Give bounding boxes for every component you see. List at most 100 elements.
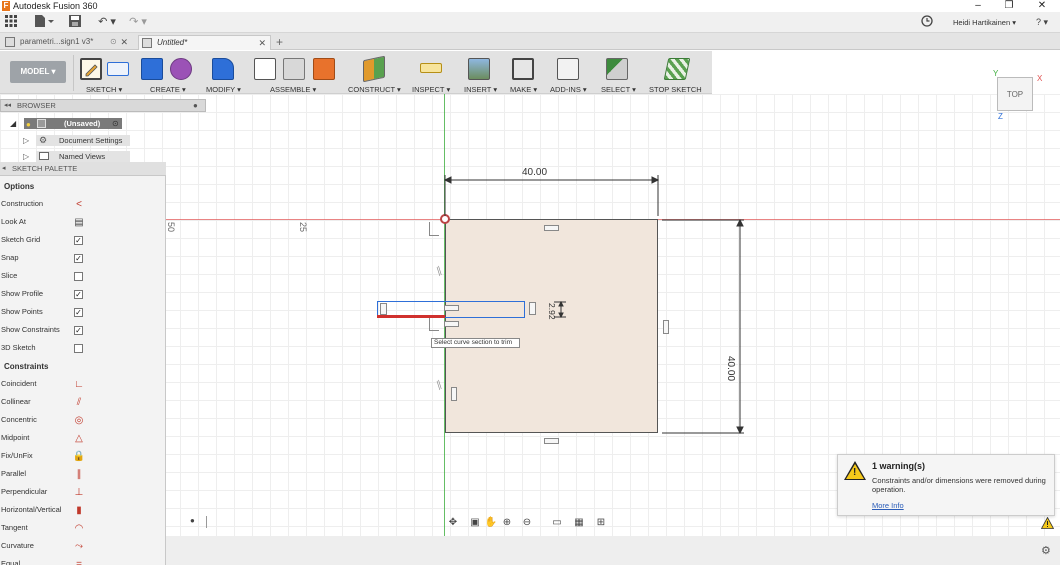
select-icon[interactable] xyxy=(606,58,628,80)
palette-option-row[interactable]: Look At ▤ xyxy=(0,214,166,232)
palette-constraint-row[interactable]: Coincident ∟ xyxy=(0,376,166,394)
undo-icon[interactable]: ↶ ▾ xyxy=(95,15,119,29)
grid-settings-icon[interactable]: ▦ xyxy=(570,516,588,529)
palette-constraint-row[interactable]: Horizontal/Vertical ▮ xyxy=(0,502,166,520)
stop-sketch-icon[interactable] xyxy=(663,58,691,80)
job-status-clock-icon[interactable] xyxy=(920,15,934,29)
option-checkbox[interactable] xyxy=(74,272,83,281)
add-ins-group[interactable]: ADD-INS ▾ xyxy=(548,53,590,94)
palette-pin-icon[interactable]: ● xyxy=(190,516,207,528)
palette-constraint-row[interactable]: Concentric ◎ xyxy=(0,412,166,430)
browser-item-document-settings[interactable]: ▷ ⚙ Document Settings xyxy=(20,134,130,147)
view-cube[interactable]: TOP xyxy=(997,77,1033,111)
more-info-link[interactable]: More Info xyxy=(872,501,904,510)
perpendicular-icon[interactable]: ⊥ xyxy=(72,486,86,499)
browser-header[interactable]: ◂◂ BROWSER ● xyxy=(0,99,206,112)
warning-status-icon[interactable] xyxy=(1041,517,1054,529)
height-dimension[interactable]: 40.00 xyxy=(725,356,736,381)
zoom-window-icon[interactable]: ⊖ xyxy=(516,516,538,529)
panel-pin-icon[interactable]: ● xyxy=(193,100,198,111)
insert-group[interactable]: INSERT ▾ xyxy=(462,53,502,94)
3d-print-icon[interactable] xyxy=(512,58,534,80)
collapse-arrow-icon[interactable]: ◂◂ xyxy=(4,100,11,111)
equal-icon[interactable]: = xyxy=(72,558,86,565)
palette-option-row[interactable]: Show Constraints ✓ xyxy=(0,322,166,340)
save-icon[interactable] xyxy=(68,15,82,29)
assemble-group[interactable]: ASSEMBLE ▾ xyxy=(252,53,340,94)
look-at-icon[interactable]: ▤ xyxy=(72,216,86,229)
stop-sketch-group[interactable]: STOP SKETCH xyxy=(646,53,706,94)
tangent-icon[interactable]: ◠ xyxy=(72,522,86,535)
palette-constraint-row[interactable]: Fix/UnFix 🔒 xyxy=(0,448,166,466)
palette-option-row[interactable]: 3D Sketch xyxy=(0,340,166,358)
palette-constraint-row[interactable]: Curvature ⤳ xyxy=(0,538,166,556)
option-checkbox[interactable]: ✓ xyxy=(74,254,83,263)
curvature-icon[interactable]: ⤳ xyxy=(72,540,86,553)
as-built-joint-icon[interactable] xyxy=(313,58,335,80)
collapse-arrow-icon[interactable]: ◂ xyxy=(2,162,6,176)
modify-group[interactable]: MODIFY ▾ xyxy=(204,53,246,94)
option-checkbox[interactable]: ✓ xyxy=(74,236,83,245)
inspect-group[interactable]: INSPECT ▾ xyxy=(410,53,456,94)
construction-icon[interactable]: < xyxy=(72,198,86,211)
option-checkbox[interactable]: ✓ xyxy=(74,326,83,335)
concentric-icon[interactable]: ◎ xyxy=(72,414,86,427)
palette-option-row[interactable]: Show Points ✓ xyxy=(0,304,166,322)
settings-gear-icon[interactable]: ⚙ xyxy=(1041,544,1051,557)
sketch-palette-header[interactable]: ◂ SKETCH PALETTE xyxy=(0,162,166,176)
palette-option-row[interactable]: Construction < xyxy=(0,196,166,214)
measure-icon[interactable] xyxy=(420,63,442,73)
new-component-icon[interactable] xyxy=(254,58,276,80)
palette-constraint-row[interactable]: Midpoint △ xyxy=(0,430,166,448)
expand-arrow-icon[interactable]: ◢ xyxy=(10,117,16,130)
width-dimension[interactable]: 40.00 xyxy=(522,167,547,178)
offset-plane-icon[interactable] xyxy=(363,55,385,83)
vertical-constraint-icon[interactable] xyxy=(380,303,387,315)
make-group[interactable]: MAKE ▾ xyxy=(506,53,544,94)
tab-parametric-design[interactable]: parametri...sign1 v3* ⊙ ✕ xyxy=(2,35,132,50)
coincident-icon[interactable]: ∟ xyxy=(72,378,86,391)
press-pull-icon[interactable] xyxy=(212,58,234,80)
fix-icon[interactable]: 🔒 xyxy=(72,450,86,463)
palette-option-row[interactable]: Snap ✓ xyxy=(0,250,166,268)
close-window-button[interactable]: ✕ xyxy=(1032,0,1052,12)
tab-untitled[interactable]: Untitled* ✕ xyxy=(138,35,271,50)
palette-constraint-row[interactable]: Perpendicular ⊥ xyxy=(0,484,166,502)
options-section-title[interactable]: Options xyxy=(0,180,34,194)
user-account-menu[interactable]: Heidi Hartikainen ▾ xyxy=(953,18,1016,27)
rectangle-icon[interactable] xyxy=(107,62,129,76)
new-tab-button[interactable]: + xyxy=(276,35,283,49)
palette-option-row[interactable]: Show Profile ✓ xyxy=(0,286,166,304)
midpoint-icon[interactable]: △ xyxy=(72,432,86,445)
help-menu-icon[interactable]: ? ▾ xyxy=(1030,15,1054,29)
construct-group[interactable]: CONSTRUCT ▾ xyxy=(346,53,402,94)
browser-root-row[interactable]: ◢ ● (Unsaved) ⊙ xyxy=(8,117,128,130)
horizontal-vertical-icon[interactable]: ▮ xyxy=(72,504,86,517)
create-sketch-icon[interactable] xyxy=(80,58,102,80)
display-settings-icon[interactable]: ▭ xyxy=(548,516,566,529)
palette-constraint-row[interactable]: Collinear ⫽ xyxy=(0,394,166,412)
sketch-group[interactable]: SKETCH ▾ xyxy=(78,53,132,94)
palette-constraint-row[interactable]: Equal = xyxy=(0,556,166,565)
palette-option-row[interactable]: Sketch Grid ✓ xyxy=(0,232,166,250)
workspace-switcher[interactable]: MODEL ▾ xyxy=(10,61,66,83)
constraints-section-title[interactable]: Constraints xyxy=(0,360,48,374)
look-at-icon[interactable]: ▣ xyxy=(468,516,482,529)
select-group[interactable]: SELECT ▾ xyxy=(598,53,638,94)
palette-option-row[interactable]: Slice xyxy=(0,268,166,286)
file-menu-icon[interactable] xyxy=(33,15,55,29)
activate-radio-icon[interactable]: ⊙ xyxy=(112,117,119,130)
palette-constraint-row[interactable]: Tangent ◠ xyxy=(0,520,166,538)
minimize-button[interactable]: – xyxy=(968,0,988,12)
data-panel-grid-icon[interactable] xyxy=(4,15,18,29)
form-icon[interactable] xyxy=(170,58,192,80)
orbit-icon[interactable]: ✥ xyxy=(444,516,462,529)
option-checkbox[interactable] xyxy=(74,344,83,353)
close-tab-icon[interactable]: ✕ xyxy=(120,35,128,49)
scripts-icon[interactable] xyxy=(557,58,579,80)
option-checkbox[interactable]: ✓ xyxy=(74,308,83,317)
redo-icon[interactable]: ↷ ▾ xyxy=(126,15,150,29)
option-checkbox[interactable]: ✓ xyxy=(74,290,83,299)
pan-icon[interactable]: ✋ xyxy=(484,516,498,529)
joint-icon[interactable] xyxy=(283,58,305,80)
